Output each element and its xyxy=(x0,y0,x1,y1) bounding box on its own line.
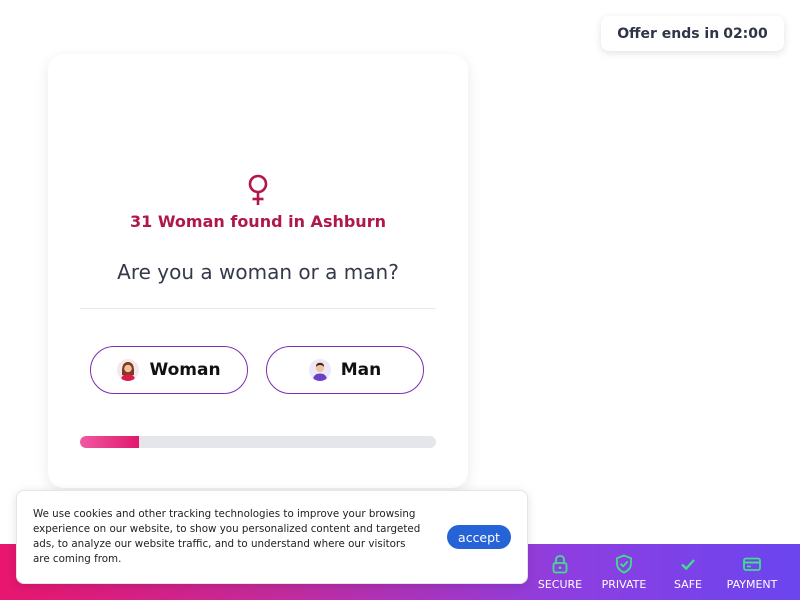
woman-button-label: Woman xyxy=(149,360,221,380)
offer-timer: Offer ends in 02:00 xyxy=(601,16,784,51)
man-button[interactable]: Man xyxy=(266,346,424,394)
man-button-label: Man xyxy=(340,360,382,380)
badge-safe: SAFE xyxy=(656,554,720,591)
progress-bar xyxy=(80,436,436,448)
progress-fill xyxy=(80,436,139,448)
badge-payment: PAYMENT xyxy=(720,554,784,591)
divider xyxy=(80,308,436,309)
check-icon xyxy=(681,559,695,571)
badge-private: PRIVATE xyxy=(592,554,656,591)
cookie-banner: We use cookies and other tracking techno… xyxy=(16,490,528,584)
found-count-text: 31 Woman found in Ashburn xyxy=(130,212,386,231)
cookie-text: We use cookies and other tracking techno… xyxy=(33,508,421,565)
woman-avatar-icon xyxy=(117,359,140,381)
badge-label: PAYMENT xyxy=(726,578,778,591)
offer-label: Offer ends in xyxy=(617,25,720,42)
credit-card-icon xyxy=(743,557,761,571)
badge-label: PRIVATE xyxy=(601,578,647,591)
lock-icon xyxy=(552,555,568,574)
woman-button[interactable]: Woman xyxy=(90,346,248,394)
question-card: 31 Woman found in Ashburn Are you a woma… xyxy=(48,54,468,488)
question-title: Are you a woman or a man? xyxy=(117,260,399,284)
accept-button[interactable]: accept xyxy=(447,525,511,549)
man-avatar-icon xyxy=(308,359,331,381)
badge-secure: SECURE xyxy=(528,554,592,591)
venus-icon xyxy=(248,174,268,205)
badge-label: SAFE xyxy=(674,578,702,591)
badge-label: SECURE xyxy=(537,578,583,591)
offer-time: 02:00 xyxy=(723,25,768,42)
shield-check-icon xyxy=(616,554,632,574)
